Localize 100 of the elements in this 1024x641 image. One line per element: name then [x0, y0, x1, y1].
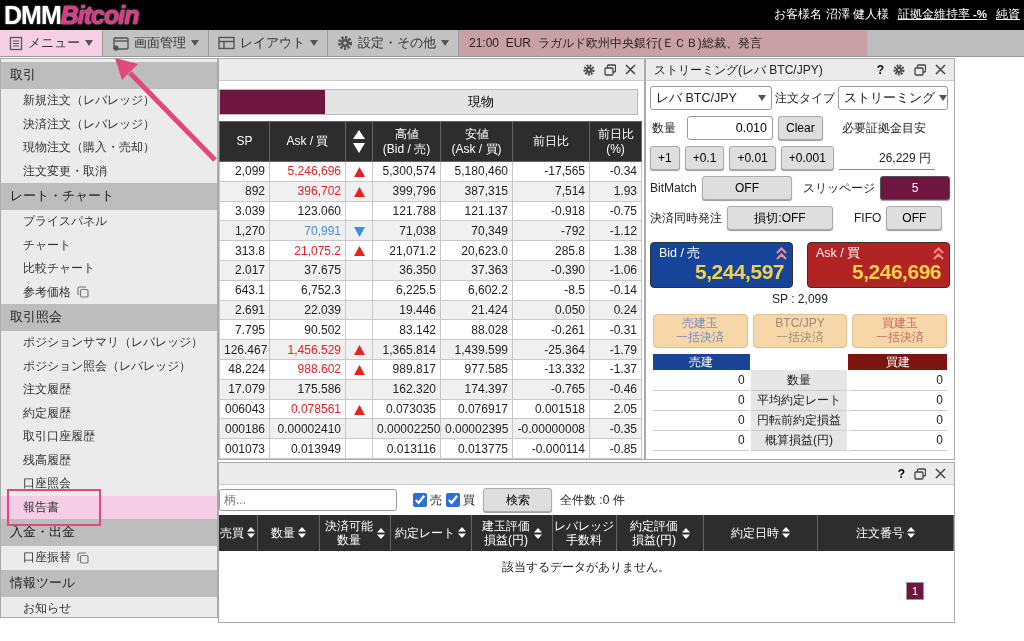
- table-cell: -1.37: [589, 359, 642, 380]
- close-icon[interactable]: [935, 64, 946, 75]
- menu-item[interactable]: 注文履歴: [1, 378, 217, 402]
- table-cell: 6,752.3: [269, 280, 346, 301]
- toolbar-menu-button[interactable]: レイアウト: [209, 30, 328, 56]
- table-cell: 285.8: [512, 240, 590, 261]
- table-cell: 20,623.0: [440, 240, 513, 261]
- restore-icon[interactable]: [914, 467, 926, 480]
- sort-icon: [534, 527, 543, 539]
- table-cell: 0: [848, 390, 947, 410]
- list-icon: [9, 35, 23, 51]
- table-cell: 1.38: [589, 240, 642, 261]
- menu-item[interactable]: ポジションサマリ（レバレッジ）: [1, 331, 217, 355]
- quantity-field[interactable]: 0.010: [687, 116, 773, 140]
- chevrons-up-icon: [933, 247, 944, 260]
- toggle-button[interactable]: OFF: [701, 176, 793, 200]
- settings-icon[interactable]: [583, 63, 595, 76]
- header-link[interactable]: 純資: [996, 6, 1020, 24]
- column-header[interactable]: 数量: [257, 515, 319, 551]
- tab[interactable]: [220, 90, 325, 115]
- menu-item[interactable]: 注文変更・取消: [1, 159, 217, 183]
- column-header[interactable]: 注文番号: [817, 515, 953, 551]
- caret-icon: [85, 40, 93, 46]
- menu-item[interactable]: チャート: [1, 233, 217, 257]
- menu-item[interactable]: 新規注文（レバレッジ）: [1, 89, 217, 113]
- menu-item[interactable]: 参考価格: [1, 280, 217, 304]
- column-header[interactable]: 決済可能数量: [319, 515, 390, 551]
- increment-button[interactable]: +0.1: [684, 146, 725, 170]
- menu-item[interactable]: 口座照会: [1, 472, 217, 496]
- checkbox[interactable]: [446, 493, 460, 507]
- menu-item[interactable]: プライスパネル: [1, 210, 217, 234]
- table-cell: -17,565: [512, 161, 590, 182]
- column-header: 前日比: [512, 121, 590, 162]
- bid-price-button[interactable]: Bid / 売 5,244,597: [650, 242, 793, 288]
- column-header[interactable]: 建玉評価損益(円): [471, 515, 552, 551]
- menu-item[interactable]: 約定履歴: [1, 401, 217, 425]
- table-cell: 2.017: [219, 260, 270, 281]
- menu-item[interactable]: 報告書: [1, 495, 217, 519]
- close-icon[interactable]: [625, 64, 636, 75]
- table-cell: 000186: [219, 418, 270, 439]
- table-cell: 1,270: [219, 220, 270, 241]
- menu-item[interactable]: 残高履歴: [1, 448, 217, 472]
- table-cell: 126.467: [219, 339, 270, 360]
- increment-button[interactable]: +0.001: [780, 146, 834, 170]
- tab[interactable]: 現物: [325, 90, 637, 115]
- table-cell: 0.013116: [372, 438, 441, 459]
- field-label: BitMatch: [650, 180, 697, 197]
- menu-item[interactable]: 取引口座履歴: [1, 425, 217, 449]
- table-cell: -0.14: [589, 280, 642, 301]
- up-triangle-icon: [353, 345, 365, 356]
- toolbar-menu-button[interactable]: 画面管理: [103, 30, 209, 56]
- toggle-button[interactable]: 損切:OFF: [727, 206, 833, 230]
- checkbox[interactable]: [413, 493, 427, 507]
- menu-item[interactable]: 比較チャート: [1, 257, 217, 281]
- help-button[interactable]: ?: [897, 467, 905, 480]
- clear-button[interactable]: Clear: [778, 116, 823, 140]
- increment-button[interactable]: +1: [650, 146, 680, 170]
- restore-icon[interactable]: [604, 63, 616, 76]
- bulk-settle-button: 買建玉 一括決済: [852, 314, 947, 348]
- header-link[interactable]: 証拠金維持率 -%: [897, 6, 987, 24]
- up-down-triangles-icon: [353, 129, 365, 154]
- table-cell: 21,071.2: [372, 240, 441, 261]
- toggle-button[interactable]: OFF: [886, 206, 943, 230]
- up-triangle-icon: [353, 167, 365, 178]
- column-header: 安値 (Ask / 買): [440, 121, 513, 162]
- menu-item[interactable]: 決済注文（レバレッジ）: [1, 112, 217, 136]
- menu-item[interactable]: 現物注文（購入・売却）: [1, 136, 217, 160]
- menu-item[interactable]: 口座振替: [1, 546, 217, 570]
- settings-icon[interactable]: [893, 63, 905, 76]
- increment-button[interactable]: +0.01: [729, 146, 776, 170]
- restore-icon[interactable]: [914, 63, 926, 76]
- chevrons-up-icon: [776, 247, 787, 260]
- column-header[interactable]: 約定日時: [703, 515, 817, 551]
- order-type-select[interactable]: ストリーミング: [838, 86, 948, 110]
- search-field[interactable]: 柄...: [219, 489, 397, 511]
- up-triangle-icon: [353, 187, 365, 198]
- news-ticker[interactable]: 21:00 EUR ラガルド欧州中央銀行(ＥＣＢ)総裁、発言: [459, 30, 867, 56]
- column-header: レバレッジ手数料: [552, 515, 616, 551]
- column-header[interactable]: 約定レート: [390, 515, 471, 551]
- menu-item[interactable]: ポジション照会（レバレッジ）: [1, 354, 217, 378]
- toolbar-menu-button[interactable]: 設定・その他: [328, 30, 459, 56]
- symbol-select[interactable]: レバ BTC/JPY: [650, 86, 772, 110]
- table-cell: 88.028: [440, 319, 513, 340]
- slippage-button[interactable]: 5: [880, 176, 950, 200]
- table-cell: 0.078561: [269, 399, 346, 419]
- page-button[interactable]: 1: [906, 582, 924, 600]
- row-label: 平均約定レート: [749, 390, 849, 410]
- search-button[interactable]: 検索: [483, 488, 552, 512]
- column-header[interactable]: 約定評価損益(円): [616, 515, 703, 551]
- table-cell: 0: [848, 430, 947, 450]
- close-icon[interactable]: [935, 468, 946, 479]
- toolbar-menu-button[interactable]: メニュー: [0, 30, 103, 56]
- table-cell: 313.8: [219, 240, 270, 261]
- table-cell: 6,225.5: [372, 280, 441, 301]
- column-header[interactable]: 売買: [219, 515, 257, 551]
- table-cell: -0.31: [589, 319, 642, 340]
- menu-item[interactable]: お知らせ: [1, 596, 217, 620]
- ask-price-button[interactable]: Ask / 買 5,246,696: [807, 242, 950, 288]
- help-button[interactable]: ?: [876, 63, 884, 76]
- menu-section-header: 情報ツール: [1, 569, 217, 597]
